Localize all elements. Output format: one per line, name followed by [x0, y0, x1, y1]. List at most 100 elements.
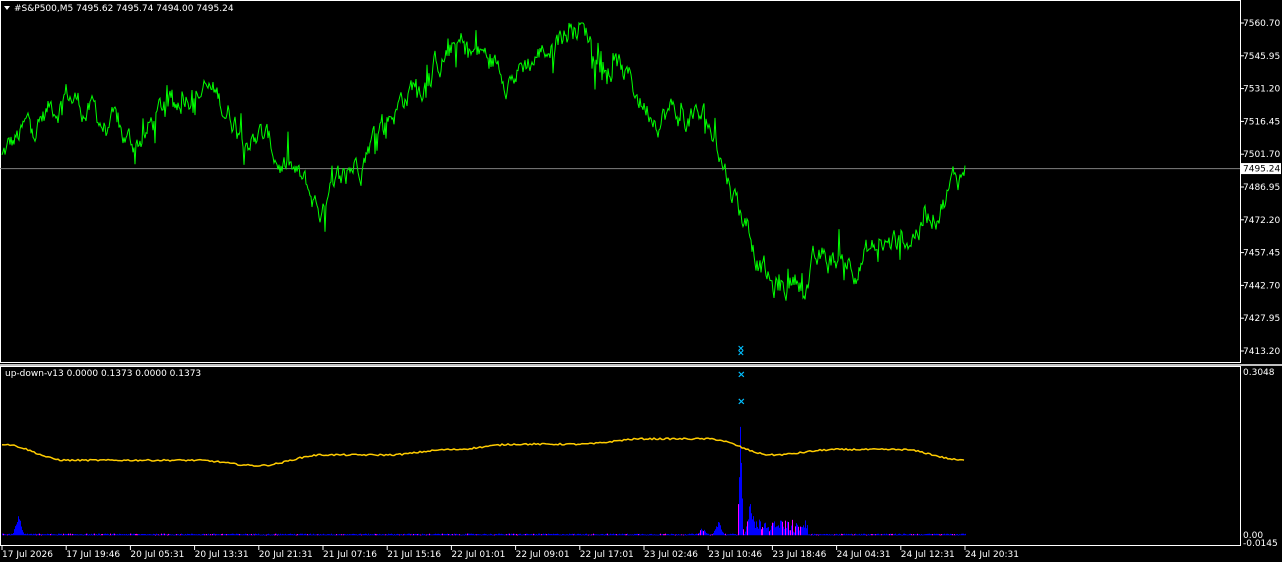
- histogram-bar: [105, 533, 106, 536]
- histogram-bar: [509, 533, 510, 536]
- histogram-bar: [470, 533, 471, 536]
- histogram-bar: [8, 533, 9, 536]
- histogram-bar: [601, 534, 602, 536]
- histogram-bar: [159, 534, 160, 536]
- histogram-bar: [736, 534, 737, 536]
- histogram-bar: [623, 534, 624, 536]
- histogram-bar: [524, 534, 525, 536]
- histogram-bar: [784, 529, 785, 536]
- histogram-bar: [602, 533, 603, 536]
- histogram-bar: [314, 534, 315, 536]
- histogram-bar: [811, 534, 812, 536]
- histogram-bar: [165, 534, 166, 536]
- histogram-bar: [914, 534, 915, 536]
- histogram-bar: [461, 534, 462, 536]
- histogram-bar: [35, 533, 36, 536]
- histogram-bar: [77, 534, 78, 536]
- histogram-bar: [611, 534, 612, 536]
- histogram-bar: [29, 534, 30, 536]
- histogram-bar: [549, 533, 550, 536]
- histogram-bar: [384, 534, 385, 536]
- histogram-bar: [906, 534, 907, 536]
- histogram-bar: [22, 530, 23, 536]
- histogram-bar: [283, 534, 284, 536]
- histogram-bar: [433, 534, 434, 536]
- histogram-bar: [352, 533, 353, 536]
- histogram-bar: [929, 533, 930, 536]
- histogram-bar: [262, 534, 263, 536]
- histogram-bar: [28, 534, 29, 536]
- histogram-bar: [531, 533, 532, 536]
- histogram-bar: [940, 534, 941, 536]
- histogram-bar: [131, 533, 132, 536]
- histogram-bar: [260, 534, 261, 536]
- histogram-bar: [285, 533, 286, 536]
- histogram-bar: [234, 534, 235, 536]
- histogram-bar: [721, 529, 722, 536]
- histogram-bar: [439, 534, 440, 536]
- histogram-bar: [351, 534, 352, 536]
- histogram-bar: [149, 534, 150, 536]
- histogram-bar: [62, 534, 63, 536]
- histogram-bar: [816, 534, 817, 536]
- histogram-bar: [411, 533, 412, 536]
- histogram-bar: [232, 533, 233, 536]
- histogram-bar: [537, 534, 538, 536]
- histogram-bar: [745, 531, 746, 536]
- histogram-bar: [796, 523, 797, 536]
- histogram-bar: [624, 533, 625, 536]
- histogram-bar: [334, 534, 335, 536]
- histogram-bar: [749, 506, 750, 536]
- histogram-bar: [511, 533, 512, 536]
- histogram-bar: [656, 534, 657, 536]
- histogram-bar: [791, 525, 792, 536]
- histogram-bar: [423, 534, 424, 536]
- histogram-bar: [937, 533, 938, 536]
- histogram-bar: [45, 534, 46, 536]
- histogram-bar: [288, 534, 289, 536]
- histogram-bar: [100, 534, 101, 536]
- histogram-bar: [93, 533, 94, 536]
- histogram-bar: [46, 534, 47, 536]
- histogram-bar: [309, 534, 310, 536]
- histogram-bar: [753, 516, 754, 536]
- histogram-bar: [551, 533, 552, 536]
- histogram-bar: [901, 534, 902, 536]
- histogram-bar: [417, 534, 418, 536]
- histogram-bar: [583, 534, 584, 536]
- histogram-bar: [360, 533, 361, 536]
- chart-background: [0, 0, 1282, 562]
- histogram-bar: [965, 533, 966, 536]
- histogram-bar: [421, 534, 422, 536]
- histogram-bar: [813, 534, 814, 536]
- histogram-bar: [445, 534, 446, 536]
- histogram-bar: [13, 533, 14, 536]
- histogram-bar: [220, 534, 221, 536]
- histogram-bar: [295, 534, 296, 536]
- histogram-bar: [758, 528, 759, 536]
- histogram-bar: [812, 533, 813, 536]
- histogram-bar: [881, 534, 882, 536]
- histogram-bar: [372, 534, 373, 536]
- histogram-bar: [562, 534, 563, 536]
- histogram-bar: [844, 533, 845, 536]
- histogram-bar: [770, 529, 771, 536]
- histogram-bar: [139, 534, 140, 536]
- histogram-bar: [740, 426, 741, 536]
- histogram-bar: [761, 529, 762, 536]
- histogram-bar: [269, 534, 270, 536]
- histogram-bar: [152, 534, 153, 536]
- histogram-bar: [434, 534, 435, 536]
- histogram-bar: [653, 534, 654, 536]
- histogram-bar: [227, 534, 228, 536]
- histogram-bar: [645, 534, 646, 536]
- histogram-bar: [332, 534, 333, 536]
- histogram-bar: [560, 534, 561, 536]
- histogram-bar: [118, 534, 119, 536]
- histogram-bar: [475, 534, 476, 536]
- histogram-bar: [267, 534, 268, 536]
- histogram-bar: [259, 534, 260, 536]
- x-tick-label: 24 Jul 12:31: [901, 550, 955, 560]
- histogram-bar: [61, 533, 62, 536]
- histogram-bar: [194, 534, 195, 536]
